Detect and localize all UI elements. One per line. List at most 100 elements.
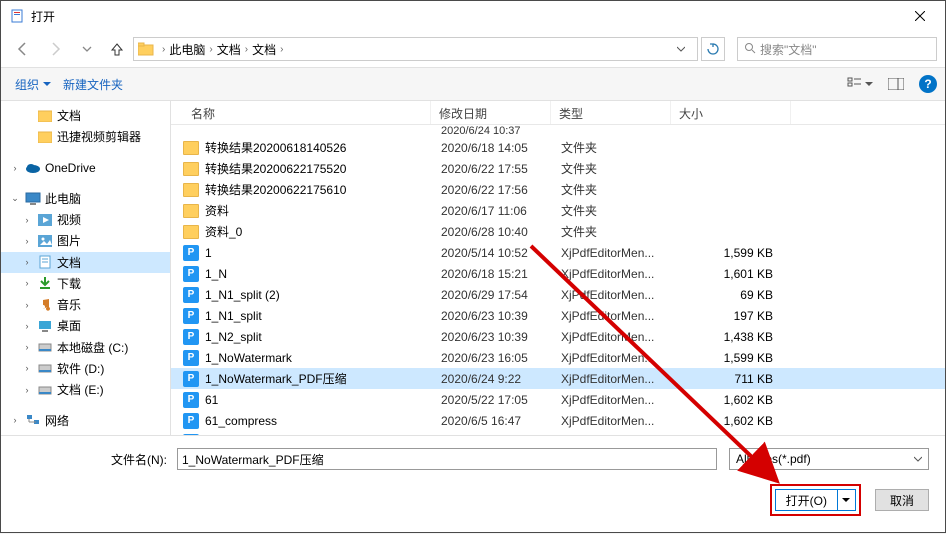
organize-menu[interactable]: 组织 — [9, 72, 57, 97]
nav-row: › 此电脑 › 文档 › 文档 › 搜索"文档" — [1, 31, 945, 67]
chevron-right-icon[interactable]: › — [21, 363, 33, 373]
nav-up[interactable] — [105, 35, 129, 63]
file-row[interactable]: P61_compress2020/6/5 16:47XjPdfEditorMen… — [171, 410, 945, 431]
pdf-icon: P — [183, 266, 199, 282]
breadcrumb-p2[interactable]: 文档 — [252, 41, 276, 58]
open-dialog: 打开 › 此电脑 › 文档 › 文档 › 搜索" — [0, 0, 946, 533]
file-type: XjPdfEditorMen... — [561, 414, 681, 428]
file-type: 文件夹 — [561, 160, 681, 177]
search-input[interactable]: 搜索"文档" — [737, 37, 937, 61]
chevron-right-icon[interactable]: › — [21, 300, 33, 310]
file-row-partial[interactable]: 2020/6/24 10:37 — [171, 125, 945, 137]
chevron-right-icon[interactable]: › — [21, 278, 33, 288]
file-date: 2020/5/22 17:05 — [441, 393, 561, 407]
file-row[interactable]: P1_NoWatermark_PDF压缩2020/6/24 9:22XjPdfE… — [171, 368, 945, 389]
file-row[interactable]: P1_N2_split2020/6/23 10:39XjPdfEditorMen… — [171, 326, 945, 347]
nav-back[interactable] — [9, 35, 37, 63]
tree-thispc[interactable]: ⌄此电脑 — [1, 188, 170, 209]
file-date: 2020/6/23 10:39 — [441, 309, 561, 323]
file-name: 1_NoWatermark — [205, 351, 292, 365]
close-button[interactable] — [897, 1, 943, 31]
breadcrumb-root[interactable]: 此电脑 — [169, 41, 205, 58]
file-row[interactable]: P1_N2020/6/18 15:21XjPdfEditorMen...1,60… — [171, 263, 945, 284]
view-options[interactable] — [847, 73, 873, 95]
chevron-right-icon[interactable]: › — [21, 215, 33, 225]
file-row[interactable]: 转换结果20200622175610 2020/6/22 17:56文件夹 — [171, 179, 945, 200]
tree-docs-e[interactable]: ›文档 (E:) — [1, 379, 170, 400]
file-name: 转换结果20200622175610 — [205, 181, 346, 198]
help-button[interactable]: ? — [919, 75, 937, 93]
open-dropdown[interactable] — [837, 490, 855, 510]
file-list[interactable]: 2020/6/24 10:37 转换结果202006181405262020/6… — [171, 125, 945, 435]
tree-xunjie[interactable]: 迅捷视频剪辑器 — [1, 126, 170, 147]
tree-downloads[interactable]: ›下载 — [1, 273, 170, 294]
chevron-right-icon[interactable]: › — [21, 236, 33, 246]
chevron-right-icon[interactable]: › — [9, 163, 21, 173]
tree-docs[interactable]: 文档 — [1, 105, 170, 126]
file-row[interactable]: P61_compress_new2020/6/9 18:13XjPdfEdito… — [171, 431, 945, 435]
col-name[interactable]: 名称 — [171, 101, 431, 124]
filetype-dropdown[interactable]: All Files(*.pdf) — [729, 448, 929, 470]
cancel-button[interactable]: 取消 — [875, 489, 929, 511]
new-folder-button[interactable]: 新建文件夹 — [57, 72, 129, 97]
file-row[interactable]: 资料2020/6/17 11:06文件夹 — [171, 200, 945, 221]
nav-forward[interactable] — [41, 35, 69, 63]
chevron-right-icon[interactable]: › — [21, 321, 33, 331]
file-date: 2020/6/9 18:13 — [441, 435, 561, 436]
file-name: 转换结果20200618140526 — [205, 139, 346, 156]
file-row[interactable]: P1_N1_split2020/6/23 10:39XjPdfEditorMen… — [171, 305, 945, 326]
refresh-button[interactable] — [701, 37, 725, 61]
chevron-right-icon[interactable]: › — [21, 257, 33, 267]
file-row[interactable]: P1_N1_split (2)2020/6/29 17:54XjPdfEdito… — [171, 284, 945, 305]
cloud-icon — [25, 160, 41, 176]
close-icon — [915, 11, 925, 21]
file-row[interactable]: P612020/5/22 17:05XjPdfEditorMen...1,602… — [171, 389, 945, 410]
tree-documents[interactable]: ›文档 — [1, 252, 170, 273]
tree-pictures[interactable]: ›图片 — [1, 230, 170, 251]
file-date: 2020/6/29 17:54 — [441, 288, 561, 302]
file-type: 文件夹 — [561, 181, 681, 198]
file-date: 2020/6/22 17:56 — [441, 183, 561, 197]
tree-soft-d[interactable]: ›软件 (D:) — [1, 358, 170, 379]
nav-recent[interactable] — [73, 35, 101, 63]
titlebar: 打开 — [1, 1, 945, 31]
col-date[interactable]: 修改日期 — [431, 101, 551, 124]
file-type: XjPdfEditorMen... — [561, 309, 681, 323]
file-row[interactable]: 资料_02020/6/28 10:40文件夹 — [171, 221, 945, 242]
tree-local-c[interactable]: ›本地磁盘 (C:) — [1, 336, 170, 357]
chevron-right-icon: › — [205, 44, 216, 55]
open-button[interactable]: 打开(O) — [775, 489, 856, 511]
file-date: 2020/6/17 11:06 — [441, 204, 561, 218]
pdf-icon: P — [183, 245, 199, 261]
breadcrumb-p1[interactable]: 文档 — [217, 41, 241, 58]
file-date: 2020/5/14 10:52 — [441, 246, 561, 260]
chevron-right-icon[interactable]: › — [9, 415, 21, 425]
search-placeholder: 搜索"文档" — [760, 41, 817, 58]
preview-pane-button[interactable] — [883, 73, 909, 95]
file-type: XjPdfEditorMen... — [561, 372, 681, 386]
tree-onedrive[interactable]: ›OneDrive — [1, 157, 170, 178]
tree-music[interactable]: ›音乐 — [1, 294, 170, 315]
breadcrumb[interactable]: › 此电脑 › 文档 › 文档 › — [133, 37, 698, 61]
col-size[interactable]: 大小 — [671, 101, 791, 124]
file-row[interactable]: 转换结果202006221755202020/6/22 17:55文件夹 — [171, 158, 945, 179]
folder-icon — [183, 183, 199, 197]
file-row[interactable]: 转换结果202006181405262020/6/18 14:05文件夹 — [171, 137, 945, 158]
filename-input[interactable] — [177, 448, 717, 470]
file-name: 1_N2_split — [205, 330, 262, 344]
file-name: 1_N1_split (2) — [205, 288, 280, 302]
chevron-right-icon[interactable]: › — [21, 385, 33, 395]
breadcrumb-dropdown[interactable] — [669, 37, 693, 61]
file-row[interactable]: P1_NoWatermark2020/6/23 16:05XjPdfEditor… — [171, 347, 945, 368]
file-header: 名称 修改日期 类型 大小 — [171, 101, 945, 125]
tree-desktop[interactable]: ›桌面 — [1, 315, 170, 336]
music-icon — [37, 297, 53, 313]
tree-video[interactable]: ›视频 — [1, 209, 170, 230]
chevron-down-icon[interactable]: ⌄ — [9, 193, 21, 204]
video-icon — [37, 212, 53, 228]
chevron-right-icon[interactable]: › — [21, 342, 33, 352]
pdf-icon: P — [183, 413, 199, 429]
file-row[interactable]: P12020/5/14 10:52XjPdfEditorMen...1,599 … — [171, 242, 945, 263]
col-type[interactable]: 类型 — [551, 101, 671, 124]
tree-network[interactable]: ›网络 — [1, 410, 170, 431]
